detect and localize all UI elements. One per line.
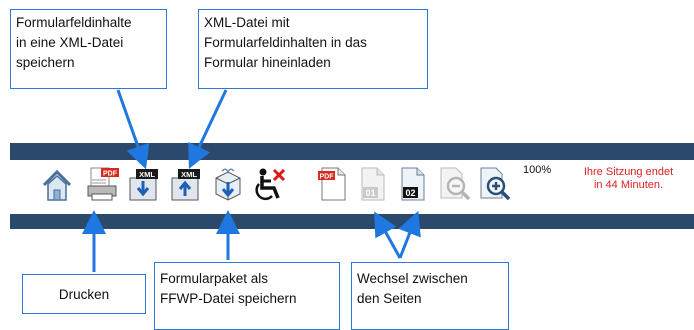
callout-arrows <box>82 89 421 272</box>
arrow-load-xml <box>188 89 228 169</box>
zoom-level: 100% <box>523 164 552 176</box>
save-package-icon[interactable] <box>212 166 244 202</box>
home-icon[interactable] <box>42 168 72 202</box>
session-timer-line1: Ihre Sitzung endet <box>583 166 674 178</box>
zoom-in-icon[interactable] <box>478 166 512 202</box>
accessibility-exit-icon[interactable] <box>252 166 288 202</box>
session-timer-line2: in 44 Minuten. <box>593 179 664 191</box>
print-pdf-badge: PDF <box>103 171 118 178</box>
zoom-out-icon[interactable] <box>438 166 472 202</box>
pdf-document-badge: PDF <box>320 174 335 181</box>
arrow-page-02 <box>398 210 421 259</box>
load-xml-icon[interactable]: XML <box>170 166 202 202</box>
pdf-document-icon[interactable]: PDF <box>318 166 348 202</box>
load-xml-badge: XML <box>181 170 197 179</box>
arrow-page-01 <box>374 211 402 259</box>
arrow-save-xml <box>116 89 150 170</box>
page-02-label: 02 <box>405 188 415 198</box>
save-xml-badge: XML <box>139 170 155 179</box>
page-01-label: 01 <box>365 188 375 198</box>
save-xml-icon[interactable]: XML <box>128 166 160 202</box>
print-pdf-icon[interactable]: PDF <box>86 166 120 202</box>
page-02-icon[interactable]: 02 <box>398 166 428 202</box>
session-timer: Ihre Sitzung endet in 44 Minuten. <box>566 166 691 192</box>
page-01-icon[interactable]: 01 <box>358 166 388 202</box>
